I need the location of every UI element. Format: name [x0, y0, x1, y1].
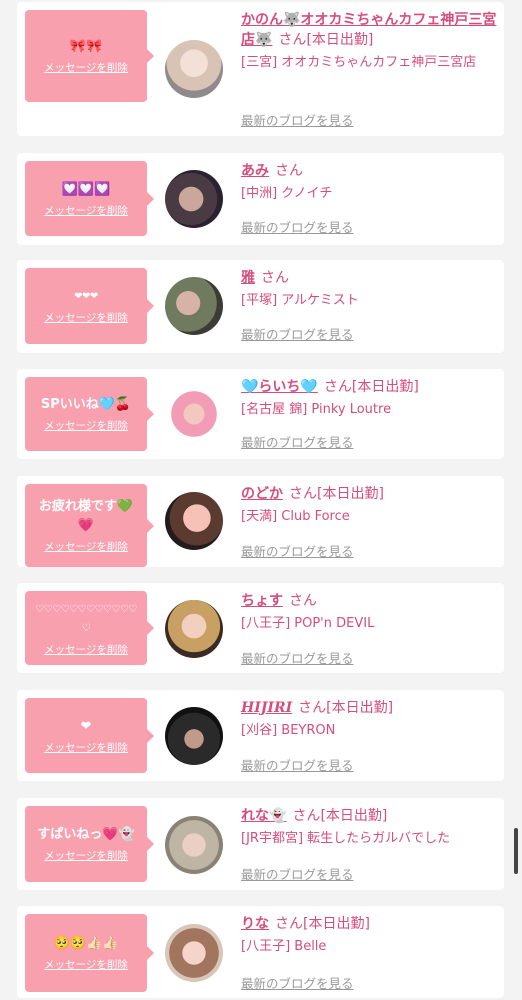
attendance-status: [本日出勤]: [351, 379, 419, 395]
girl-name-link[interactable]: れな👻: [241, 808, 286, 824]
delete-message-link[interactable]: メッセージを削除: [44, 310, 128, 325]
message-bubble: 💟💟💟 メッセージを削除: [25, 161, 154, 236]
attendance-status: [本日出勤]: [320, 808, 388, 824]
honorific: さん: [261, 270, 289, 286]
message-bubble: ❤ メッセージを削除: [25, 698, 154, 773]
message-text: すぱいねっ💗👻: [37, 827, 135, 842]
shop-name: [中洲] クノイチ: [241, 186, 333, 201]
delete-message-link[interactable]: メッセージを削除: [44, 740, 128, 755]
girl-name-link[interactable]: HIJIRI: [241, 700, 292, 716]
shop-name: [天満] Club Force: [241, 509, 350, 524]
message-card: 🥺🥺👍🏻👍🏻 メッセージを削除 りな さん[本日出勤] [八王子] Belle 最…: [17, 906, 504, 998]
honorific: さん: [323, 379, 352, 395]
avatar[interactable]: [165, 385, 223, 443]
avatar[interactable]: [165, 600, 223, 658]
honorific: さん: [278, 32, 307, 48]
delete-message-link[interactable]: メッセージを削除: [44, 848, 128, 863]
attendance-status: [本日出勤]: [306, 32, 374, 48]
shop-name: [八王子] POP'n DEVIL: [241, 616, 375, 631]
message-bubble: ♡♡♡♡♡♡♡♡♡♡♡♡♡ メッセージを削除: [25, 591, 154, 665]
message-text: ❤: [80, 718, 92, 734]
avatar[interactable]: [165, 40, 223, 98]
shop-name: [名古屋 錦] Pinky Loutre: [241, 402, 392, 417]
message-text: 🥺🥺👍🏻👍🏻: [53, 936, 119, 951]
message-text: ❤❤❤: [74, 291, 98, 302]
honorific: さん: [289, 486, 317, 502]
message-card: 🎀🎀 メッセージを削除 かのん🐺オオカミちゃんカフェ神戸三宮店🐺 さん[本日出勤]…: [17, 2, 504, 136]
message-text: お疲れ様です💚💗: [38, 499, 134, 533]
latest-blog-link[interactable]: 最新のブログを見る: [241, 541, 354, 560]
message-text: 🎀🎀: [69, 39, 103, 54]
girl-name-link[interactable]: ちょす: [241, 593, 283, 609]
message-bubble: お疲れ様です💚💗 メッセージを削除: [25, 484, 154, 567]
message-bubble: 🎀🎀 メッセージを削除: [25, 10, 154, 102]
honorific: さん: [292, 808, 321, 824]
delete-message-link[interactable]: メッセージを削除: [44, 418, 128, 433]
avatar[interactable]: [165, 170, 223, 228]
honorific: さん: [289, 593, 317, 609]
latest-blog-link[interactable]: 最新のブログを見る: [241, 755, 354, 774]
latest-blog-link[interactable]: 最新のブログを見る: [241, 648, 354, 667]
honorific: さん: [275, 163, 303, 179]
shop-name: [三宮] オオカミちゃんカフェ神戸三宮店: [241, 55, 477, 70]
honorific: さん: [275, 916, 303, 932]
message-card: すぱいねっ💗👻 メッセージを削除 れな👻 さん[本日出勤] [JR宇都宮] 転生し…: [17, 798, 504, 890]
avatar[interactable]: [165, 492, 223, 550]
delete-message-link[interactable]: メッセージを削除: [44, 539, 128, 554]
message-bubble: SPいいね🩵🍒 メッセージを削除: [25, 377, 154, 451]
scrollbar[interactable]: [514, 828, 518, 874]
message-bubble: 🥺🥺👍🏻👍🏻 メッセージを削除: [25, 914, 154, 992]
message-card: SPいいね🩵🍒 メッセージを削除 🩵らいち🩵 さん[本日出勤] [名古屋 錦] P…: [17, 369, 504, 459]
delete-message-link[interactable]: メッセージを削除: [44, 642, 128, 657]
latest-blog-link[interactable]: 最新のブログを見る: [241, 973, 354, 992]
latest-blog-link[interactable]: 最新のブログを見る: [241, 324, 354, 343]
message-bubble: ❤❤❤ メッセージを削除: [25, 268, 154, 344]
girl-name-link[interactable]: のどか: [241, 486, 283, 502]
message-text: SPいいね🩵🍒: [40, 397, 132, 412]
honorific: さん: [298, 700, 327, 716]
shop-name: [刈谷] BEYRON: [241, 723, 336, 738]
delete-message-link[interactable]: メッセージを削除: [44, 203, 128, 218]
message-text: ♡♡♡♡♡♡♡♡♡♡♡♡♡: [35, 603, 137, 634]
avatar[interactable]: [165, 816, 223, 874]
avatar[interactable]: [165, 707, 223, 765]
latest-blog-link[interactable]: 最新のブログを見る: [241, 110, 354, 129]
message-card: 💟💟💟 メッセージを削除 あみ さん [中洲] クノイチ 最新のブログを見る: [17, 153, 504, 245]
attendance-status: [本日出勤]: [303, 916, 370, 932]
girl-name-link[interactable]: りな: [241, 916, 269, 932]
message-text: 💟💟💟: [61, 181, 111, 197]
attendance-status: [本日出勤]: [326, 700, 394, 716]
delete-message-link[interactable]: メッセージを削除: [44, 60, 128, 75]
message-card: ❤❤❤ メッセージを削除 雅さん [平塚] アルケミスト 最新のブログを見る: [17, 260, 504, 353]
attendance-status: [本日出勤]: [317, 486, 384, 502]
latest-blog-link[interactable]: 最新のブログを見る: [241, 217, 354, 236]
message-card: ♡♡♡♡♡♡♡♡♡♡♡♡♡ メッセージを削除 ちょす さん [八王子] POP'n…: [17, 583, 504, 673]
message-card: お疲れ様です💚💗 メッセージを削除 のどか さん[本日出勤] [天満] Club …: [17, 476, 504, 567]
girl-name-link[interactable]: 🩵らいち🩵: [241, 379, 318, 395]
latest-blog-link[interactable]: 最新のブログを見る: [241, 864, 354, 883]
delete-message-link[interactable]: メッセージを削除: [44, 957, 128, 972]
girl-name-link[interactable]: あみ: [241, 163, 269, 179]
avatar[interactable]: [165, 277, 223, 335]
latest-blog-link[interactable]: 最新のブログを見る: [241, 432, 354, 451]
message-card: ❤ メッセージを削除 HIJIRI さん[本日出勤] [刈谷] BEYRON 最新…: [17, 690, 504, 781]
message-bubble: すぱいねっ💗👻 メッセージを削除: [25, 806, 154, 882]
shop-name: [JR宇都宮] 転生したらガルバでした: [241, 831, 451, 846]
girl-name-link[interactable]: 雅: [241, 270, 255, 286]
avatar[interactable]: [165, 924, 223, 982]
shop-name: [八王子] Belle: [241, 939, 327, 954]
shop-name: [平塚] アルケミスト: [241, 293, 359, 308]
